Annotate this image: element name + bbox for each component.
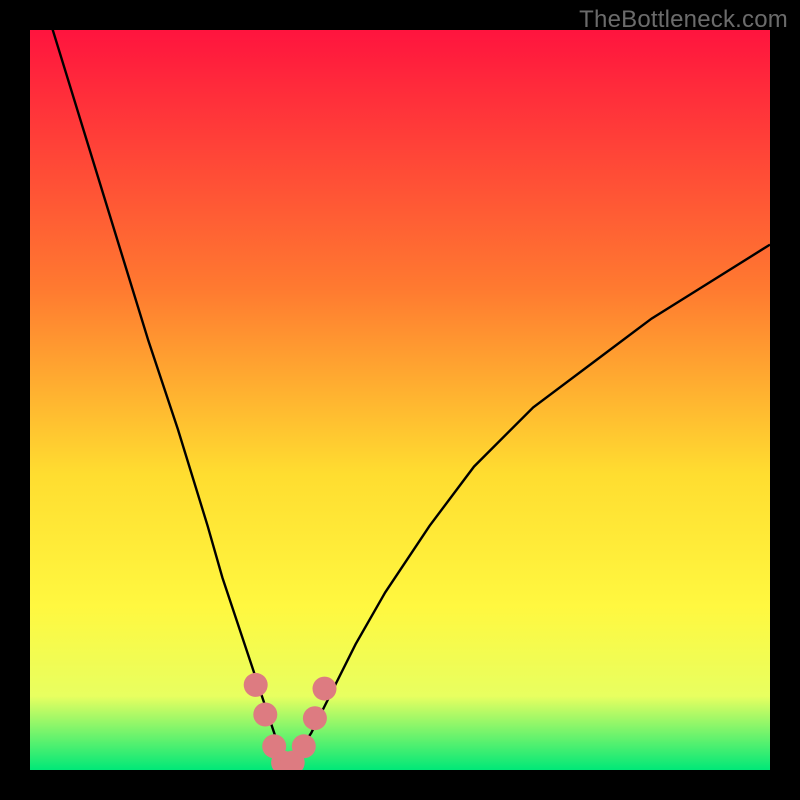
marker-dot xyxy=(253,703,277,727)
chart-frame: TheBottleneck.com xyxy=(0,0,800,800)
marker-dot xyxy=(313,677,337,701)
marker-dot xyxy=(244,673,268,697)
marker-dot xyxy=(292,734,316,758)
watermark-text: TheBottleneck.com xyxy=(579,6,788,34)
gradient-background xyxy=(30,30,770,770)
marker-dot xyxy=(303,706,327,730)
chart-svg xyxy=(30,30,770,770)
plot-area xyxy=(30,30,770,770)
